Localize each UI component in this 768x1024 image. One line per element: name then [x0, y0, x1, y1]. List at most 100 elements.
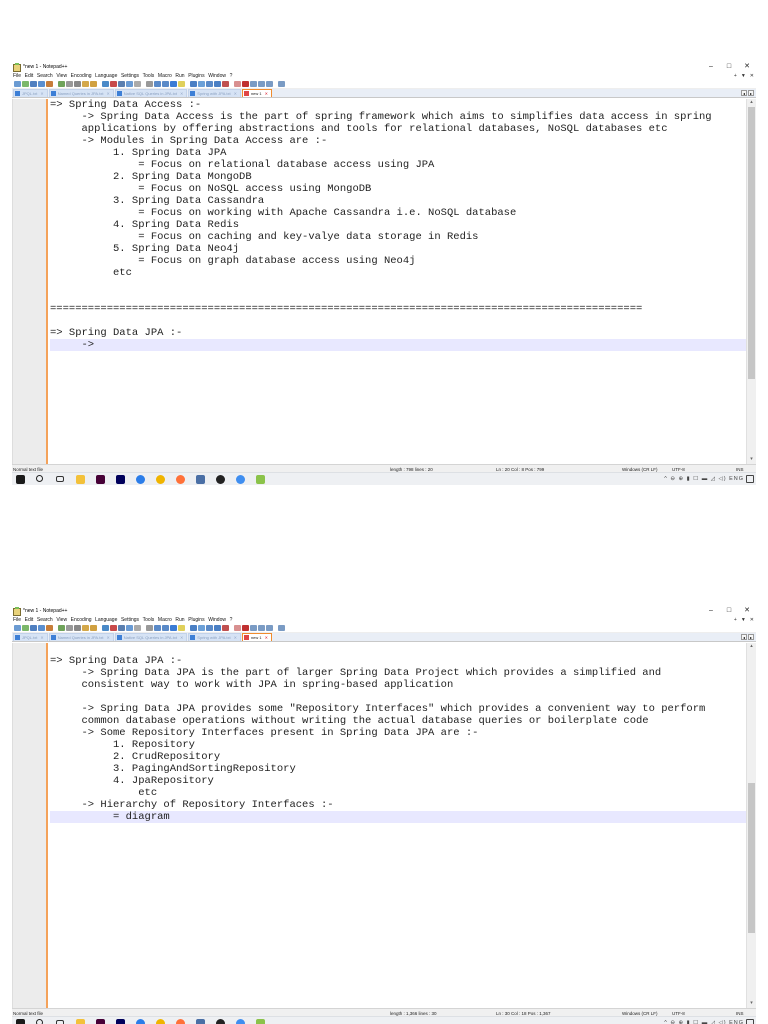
firefox-icon[interactable]	[176, 1019, 185, 1024]
toolbar-icon[interactable]	[126, 625, 133, 631]
tab-jpql[interactable]: JPQL.txt ✕	[13, 89, 48, 97]
scroll-down-arrow[interactable]: ▾	[747, 456, 756, 464]
scroll-up-arrow[interactable]: ▴	[747, 643, 756, 651]
tab-native-sql[interactable]: Native SQL Queries in JPA.txt ✕	[114, 633, 188, 641]
toolbar-icon[interactable]	[242, 625, 249, 631]
menu-encoding[interactable]: Encoding	[71, 73, 92, 79]
toolbar-icon[interactable]	[206, 625, 213, 631]
menu-settings[interactable]: Settings	[121, 73, 139, 79]
scroll-up-arrow[interactable]: ▴	[747, 99, 756, 107]
task-view-icon[interactable]	[56, 1020, 64, 1024]
editor-line[interactable]: 14 etc	[50, 267, 746, 279]
toolbar-icon[interactable]	[214, 81, 221, 87]
notification-icon[interactable]	[746, 475, 754, 483]
tab-scroll-left-button[interactable]: ◂	[741, 634, 747, 640]
toolbar-icon[interactable]	[90, 81, 97, 87]
toolbar-icon[interactable]	[198, 81, 205, 87]
tab-scroll-right-button[interactable]: ▸	[748, 90, 754, 96]
media-icon[interactable]	[216, 1019, 225, 1024]
close-button[interactable]: ✕	[738, 605, 756, 616]
vpn-shield-icon[interactable]	[196, 475, 205, 484]
tab-native-sql[interactable]: Native SQL Queries in JPA.txt ✕	[114, 89, 188, 97]
menu-window[interactable]: Window	[208, 73, 226, 79]
toolbar-icon[interactable]	[250, 81, 257, 87]
toolbar-icon[interactable]	[242, 81, 249, 87]
editor-line[interactable]: 15	[50, 279, 746, 291]
toolbar-icon[interactable]	[90, 625, 97, 631]
toolbar-icon[interactable]	[134, 625, 141, 631]
editor-line[interactable]: 23 -> Some Repository Interfaces present…	[50, 727, 746, 739]
editor-line[interactable]: 13 = Focus on graph database access usin…	[50, 255, 746, 267]
toolbar-icon[interactable]	[46, 625, 53, 631]
chrome-canary-icon[interactable]	[156, 1019, 165, 1024]
editor-line[interactable]: 1=> Spring Data Access :-	[50, 99, 746, 111]
scroll-down-arrow[interactable]: ▾	[747, 1000, 756, 1008]
menu-tools[interactable]: Tools	[143, 73, 155, 79]
tab-close-icon[interactable]: ✕	[265, 91, 268, 96]
toolbar-icon[interactable]	[110, 81, 117, 87]
editor-line[interactable]: 11 = Focus on caching and key-valye data…	[50, 231, 746, 243]
editor-line[interactable]: 22 -> Spring Data JPA provides some "Rep…	[50, 703, 746, 715]
adobe-premiere-icon[interactable]	[116, 475, 125, 484]
tab-named-queries[interactable]: Named Queries in JPA.txt ✕	[48, 89, 114, 97]
chrome-icon[interactable]	[136, 1019, 145, 1024]
tab-new-1[interactable]: new 1 ✕	[241, 89, 272, 97]
toolbar-icon[interactable]	[14, 625, 21, 631]
tab-spring-jpa[interactable]: Spring with JPA.txt ✕	[188, 633, 241, 641]
tab-close-icon[interactable]: ✕	[180, 91, 183, 96]
tab-scroll-right-button[interactable]: ▸	[748, 634, 754, 640]
editor-line[interactable]: 7 = Focus on NoSQL access using MongoDB	[50, 183, 746, 195]
text-content[interactable]: 1=> Spring Data Access :-2 -> Spring Dat…	[50, 99, 746, 464]
chrome-canary-icon[interactable]	[156, 475, 165, 484]
menu-language[interactable]: Language	[95, 73, 117, 79]
menu-search[interactable]: Search	[37, 617, 53, 623]
editor-area[interactable]: 1819=> Spring Data JPA :-20 -> Spring Da…	[12, 643, 756, 1008]
firefox-icon[interactable]	[176, 475, 185, 484]
editor-line[interactable]: 17======================================…	[50, 303, 746, 315]
maximize-button[interactable]: □	[720, 605, 738, 616]
search-icon[interactable]	[36, 1019, 43, 1024]
toolbar-icon[interactable]	[58, 81, 65, 87]
editor-line[interactable]: 29 -> Hierarchy of Repository Interfaces…	[50, 799, 746, 811]
toolbar-icon[interactable]	[258, 625, 265, 631]
tab-named-queries[interactable]: Named Queries in JPA.txt ✕	[48, 633, 114, 641]
editor-line[interactable]: 3 -> Modules in Spring Data Access are :…	[50, 135, 746, 147]
file-explorer-icon[interactable]	[76, 475, 85, 484]
menu-tools[interactable]: Tools	[143, 617, 155, 623]
editor-line[interactable]: 19=> Spring Data JPA :-	[50, 327, 746, 339]
adobe-xd-icon[interactable]	[96, 475, 105, 484]
menu-plugins[interactable]: Plugins	[188, 73, 204, 79]
tab-scroll-left-button[interactable]: ◂	[741, 90, 747, 96]
toolbar-icon[interactable]	[234, 625, 241, 631]
vertical-scrollbar[interactable]: ▴ ▾	[746, 643, 756, 1008]
tab-close-icon[interactable]: ✕	[40, 91, 43, 96]
editor-line[interactable]: 20 ->	[50, 339, 746, 351]
menu-macro[interactable]: Macro	[158, 73, 172, 79]
vpn-shield-icon[interactable]	[196, 1019, 205, 1024]
toolbar-icon[interactable]	[170, 81, 177, 87]
toolbar-icon[interactable]	[74, 625, 81, 631]
menu-help[interactable]: ?	[230, 617, 233, 623]
toolbar-icon[interactable]	[146, 625, 153, 631]
toolbar-icon[interactable]	[190, 81, 197, 87]
tab-spring-jpa[interactable]: Spring with JPA.txt ✕	[188, 89, 241, 97]
toolbar-icon[interactable]	[30, 625, 37, 631]
toolbar-icon[interactable]	[66, 625, 73, 631]
toolbar-icon[interactable]	[14, 81, 21, 87]
toolbar-icon[interactable]	[222, 81, 229, 87]
toolbar-icon[interactable]	[258, 81, 265, 87]
chrome-icon[interactable]	[136, 475, 145, 484]
editor-area[interactable]: 1=> Spring Data Access :-2 -> Spring Dat…	[12, 99, 756, 464]
editor-line[interactable]: consistent way to work with JPA in sprin…	[50, 679, 746, 691]
notepad-plus-taskbar-icon[interactable]	[236, 475, 245, 484]
toolbar-icon[interactable]	[134, 81, 141, 87]
windows-start-icon[interactable]	[16, 1019, 25, 1024]
toolbar-icon[interactable]	[38, 625, 45, 631]
toolbar-icon[interactable]	[266, 81, 273, 87]
editor-line[interactable]: 25 2. CrudRepository	[50, 751, 746, 763]
close-doc-button[interactable]: ✕	[750, 616, 754, 624]
editor-line[interactable]: 28 etc	[50, 787, 746, 799]
new-doc-small-button[interactable]: +	[734, 72, 737, 80]
search-icon[interactable]	[36, 475, 43, 482]
new-doc-small-button[interactable]: +	[734, 616, 737, 624]
